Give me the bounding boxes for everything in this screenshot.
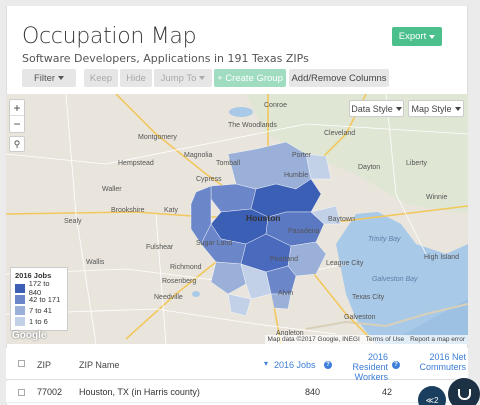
city-label: Conroe <box>264 102 287 109</box>
city-label: Pasadena <box>288 228 320 235</box>
map-style-label: Map Style <box>411 103 452 114</box>
add-remove-columns-button[interactable]: Add/Remove Columns <box>289 69 389 87</box>
export-label: Export <box>398 31 427 42</box>
city-label: Magnolia <box>184 152 213 159</box>
city-label: The Woodlands <box>228 122 277 129</box>
city-label: Sugar Land <box>196 240 233 247</box>
sort-desc-icon: ▾ <box>264 359 269 368</box>
info-icon[interactable]: ? <box>324 361 332 369</box>
report-link[interactable]: Report a map error <box>410 336 465 343</box>
city-label: Humble <box>284 172 309 179</box>
cell-resident-workers: 42 <box>381 387 392 397</box>
data-style-label: Data Style <box>351 103 393 114</box>
legend-swatch <box>15 283 25 293</box>
zoom-out-button[interactable]: − <box>10 116 24 132</box>
city-label: Brookshire <box>111 207 145 214</box>
legend-swatch <box>15 305 25 315</box>
city-label: Richmond <box>170 264 202 271</box>
legend-swatch <box>15 316 25 326</box>
filter-button[interactable]: Filter <box>22 69 76 87</box>
chat-icon <box>457 388 471 400</box>
cell-zip: 77002 <box>37 387 63 397</box>
city-label: Sealy <box>64 218 82 225</box>
column-resident-workers[interactable]: 2016 Resident Workers <box>350 352 388 382</box>
map-attribution: Map data ©2017 Google, INEGI Terms of Us… <box>264 335 468 344</box>
zoom-in-button[interactable]: + <box>10 100 24 116</box>
choropleth-map[interactable]: The Woodlands Conroe Cleveland Montgomer… <box>6 94 468 344</box>
lake-conroe <box>229 107 253 117</box>
city-label: Needville <box>154 294 183 301</box>
city-label: Alvin <box>278 290 294 297</box>
data-style-button[interactable]: Data Style <box>349 100 404 117</box>
google-logo: Google <box>12 330 47 341</box>
pin-icon: ⚲ <box>13 138 21 149</box>
city-label: Katy <box>164 207 179 214</box>
city-label: Winnie <box>426 194 448 201</box>
legend-swatch <box>15 294 25 304</box>
city-label: High Island <box>424 254 460 261</box>
zoom-controls: + − <box>9 99 25 133</box>
city-label: Liberty <box>406 160 428 167</box>
caret-down-icon <box>199 76 206 80</box>
city-label: Galveston <box>344 314 376 321</box>
city-label: Waller <box>102 186 122 193</box>
legend-item: 172 to 840 <box>15 279 63 297</box>
jump-to-label: Jump To <box>160 72 197 84</box>
map-style-button[interactable]: Map Style <box>408 100 464 117</box>
city-label: League City <box>326 260 364 267</box>
table-row[interactable]: 77002 Houston, TX (in Harris county) 840… <box>6 381 468 403</box>
city-label: Wallis <box>86 259 105 266</box>
legend-item: 42 to 171 <box>15 294 63 304</box>
city-label: Hempstead <box>118 160 154 167</box>
location-pin-button[interactable]: ⚲ <box>9 136 25 152</box>
city-label: Fulshear <box>146 244 174 251</box>
caret-down-icon <box>429 34 436 39</box>
export-button[interactable]: Export <box>392 27 442 46</box>
column-net-commuters[interactable]: 2016 Net Commuters <box>418 352 466 372</box>
column-jobs[interactable]: 2016 Jobs <box>274 360 316 370</box>
city-label: Baytown <box>328 216 355 223</box>
zip-region <box>210 183 257 213</box>
info-icon[interactable]: ? <box>392 361 400 369</box>
city-label: Houston <box>246 213 281 223</box>
column-zip-name[interactable]: ZIP Name <box>79 360 119 370</box>
caret-down-icon <box>395 106 402 111</box>
lake <box>192 291 200 297</box>
page-subtitle: Software Developers, Applications in 191… <box>22 52 309 65</box>
city-label: Montgomery <box>138 134 177 141</box>
city-label: Trinity Bay <box>368 236 401 243</box>
filter-label: Filter <box>33 72 56 84</box>
hide-button[interactable]: Hide <box>120 69 152 87</box>
map-legend: 2016 Jobs 172 to 840 42 to 171 7 to 41 1… <box>10 267 68 331</box>
legend-label: 42 to 171 <box>29 294 61 304</box>
table-header: ZIP ZIP Name ▾ 2016 Jobs ? 2016 Resident… <box>6 348 468 382</box>
city-label: Pearland <box>270 256 299 263</box>
attribution-text: Map data ©2017 Google, INEGI <box>267 336 360 343</box>
select-all-checkbox[interactable] <box>18 360 25 367</box>
chat-widget-button[interactable] <box>448 378 480 405</box>
create-group-button[interactable]: + Create Group <box>214 69 286 87</box>
city-label: Cypress <box>196 176 222 183</box>
row-checkbox[interactable] <box>18 389 25 396</box>
cell-jobs: 840 <box>304 387 320 397</box>
legend-item: 7 to 41 <box>15 305 63 315</box>
city-label: Cleveland <box>324 130 356 137</box>
legend-item: 1 to 6 <box>15 316 63 326</box>
page-title: Occupation Map <box>22 24 197 49</box>
legend-label: 7 to 41 <box>29 305 52 315</box>
caret-down-icon <box>58 76 65 80</box>
caret-down-icon <box>454 106 461 111</box>
city-label: Rosenberg <box>162 278 197 285</box>
jump-to-button[interactable]: Jump To <box>154 69 212 87</box>
terms-link[interactable]: Terms of Use <box>366 336 404 343</box>
city-label: Porter <box>292 152 312 159</box>
legend-label: 1 to 6 <box>29 316 48 326</box>
keep-button[interactable]: Keep <box>84 69 118 87</box>
city-label: Dayton <box>358 164 381 171</box>
column-zip[interactable]: ZIP <box>37 360 51 370</box>
cell-zip-name: Houston, TX (in Harris county) <box>79 387 200 397</box>
city-label: Texas City <box>352 294 385 301</box>
city-label: Tomball <box>216 160 241 167</box>
city-label: Galveston Bay <box>372 276 418 283</box>
